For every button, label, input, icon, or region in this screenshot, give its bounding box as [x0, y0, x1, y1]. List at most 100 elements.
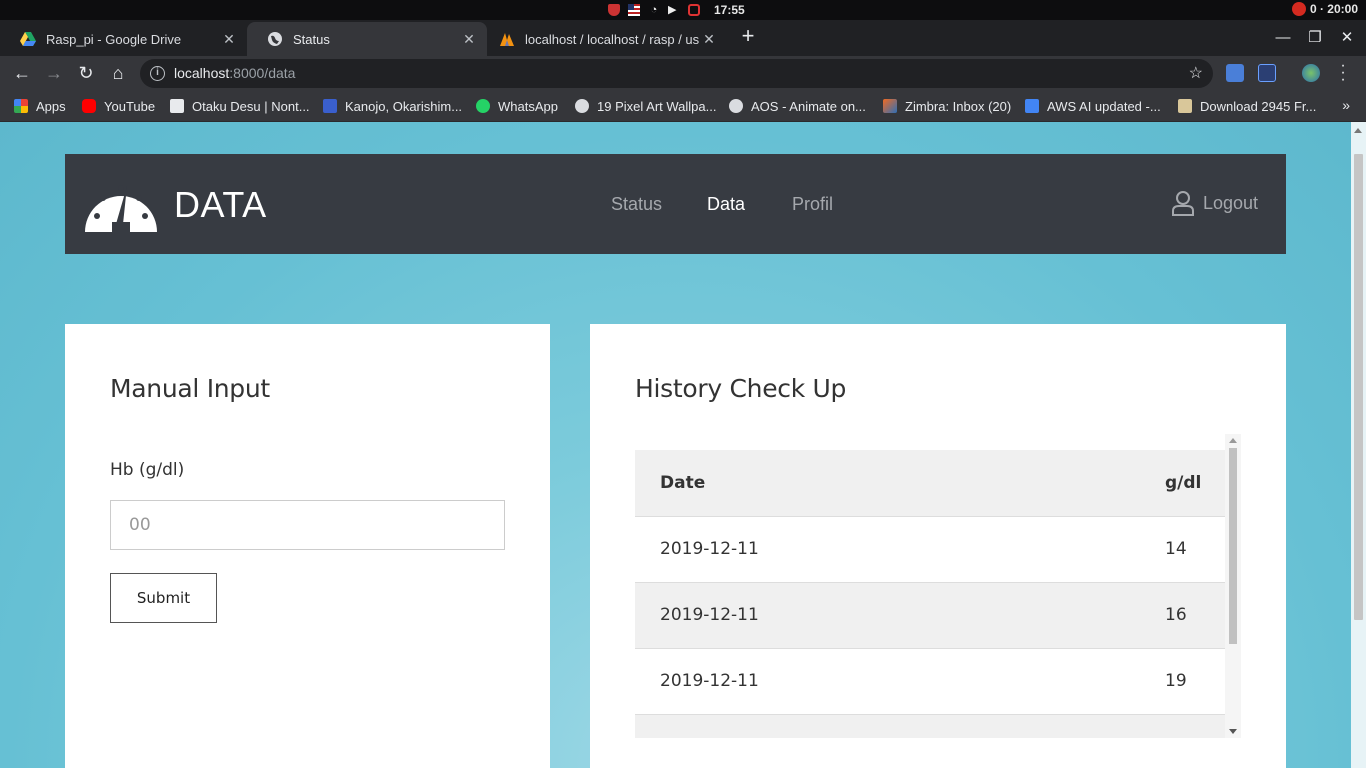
browser-tab-strip: Rasp_pi - Google Drive ✕ Status ✕ localh…: [0, 20, 1366, 56]
table-header-row: Date g/dl: [635, 450, 1225, 517]
hb-input[interactable]: [110, 500, 505, 550]
browser-toolbar: ← → ↻ ⌂ i localhost:8000/data ☆ · · ·: [0, 56, 1366, 90]
star-icon[interactable]: ☆: [1189, 63, 1203, 83]
scroll-up-icon[interactable]: [1229, 438, 1237, 443]
manual-input-card: Manual Input Hb (g/dl) Submit: [65, 324, 550, 768]
globe-icon: [267, 31, 283, 47]
table-row: 2019-12-11 16: [635, 582, 1225, 649]
zimbra-icon: [883, 99, 897, 113]
system-clock[interactable]: 17:55: [714, 3, 745, 17]
history-card: History Check Up Date g/dl 2019-12-11 14…: [590, 324, 1286, 768]
close-tab-icon[interactable]: ✕: [699, 31, 719, 48]
table-scroll-thumb[interactable]: [1229, 448, 1237, 644]
table-scrollbar[interactable]: [1225, 434, 1241, 738]
site-info-icon[interactable]: i: [150, 66, 165, 81]
row-value: [1145, 714, 1225, 738]
submit-button[interactable]: Submit: [110, 573, 217, 623]
notion-extension-icon[interactable]: [1258, 64, 1276, 82]
bookmark-whatsapp[interactable]: WhatsApp: [476, 98, 558, 114]
row-value: 19: [1145, 648, 1225, 715]
restore-button[interactable]: ❐: [1305, 28, 1325, 48]
row-value: 14: [1145, 516, 1225, 583]
row-date: 2019-12-11: [635, 516, 1145, 583]
tomato-icon: [1291, 2, 1306, 16]
url-text[interactable]: localhost:8000/data: [174, 65, 295, 81]
manual-input-title: Manual Input: [110, 374, 270, 403]
whatsapp-icon: [476, 99, 490, 113]
bookmark-otakudesu[interactable]: Otaku Desu | Nont...: [170, 98, 310, 114]
reload-button[interactable]: ↻: [73, 60, 99, 86]
row-date: 2019-12-11: [635, 582, 1145, 649]
browser-menu-icon[interactable]: · · ·: [1336, 58, 1350, 88]
scroll-down-icon[interactable]: [1229, 729, 1237, 734]
bookmarks-overflow-icon[interactable]: »: [1342, 97, 1350, 113]
column-header-date[interactable]: Date: [635, 450, 1145, 517]
speedometer-logo-icon: [85, 185, 157, 232]
table-row: 2019-12-11 14: [635, 516, 1225, 583]
nav-data[interactable]: Data: [707, 194, 745, 215]
page-scrollbar[interactable]: [1351, 122, 1366, 768]
apps-grid-icon: [14, 99, 28, 113]
close-tab-icon[interactable]: ✕: [219, 31, 239, 48]
bookmark-download[interactable]: Download 2945 Fr...: [1178, 98, 1316, 114]
google-drive-icon: [20, 31, 36, 47]
logout-link[interactable]: Logout: [1171, 190, 1258, 216]
history-table: Date g/dl 2019-12-11 14 2019-12-11 16 20…: [635, 450, 1225, 738]
new-tab-button[interactable]: +: [735, 24, 761, 50]
history-title: History Check Up: [635, 374, 847, 403]
otakudesu-icon: [170, 99, 184, 113]
shield-icon[interactable]: [608, 4, 620, 16]
hb-field-label: Hb (g/dl): [110, 460, 185, 480]
history-table-container[interactable]: Date g/dl 2019-12-11 14 2019-12-11 16 20…: [635, 434, 1241, 738]
globe-icon: [575, 99, 589, 113]
page-scroll-thumb[interactable]: [1354, 154, 1363, 620]
close-window-button[interactable]: ✕: [1337, 28, 1357, 48]
nav-status[interactable]: Status: [611, 194, 662, 215]
brand-title[interactable]: DATA: [174, 184, 267, 226]
us-flag-icon[interactable]: [628, 4, 640, 16]
volume-icon[interactable]: ▶: [668, 4, 680, 16]
globe-icon: [729, 99, 743, 113]
close-tab-icon[interactable]: ✕: [459, 31, 479, 48]
page-viewport: DATA Status Data Profil Logout Manual In…: [0, 122, 1366, 768]
table-row: [635, 714, 1225, 738]
google-translate-icon[interactable]: [1226, 64, 1244, 82]
nav-profil[interactable]: Profil: [792, 194, 833, 215]
profile-avatar[interactable]: [1302, 64, 1320, 82]
download-site-icon: [1178, 99, 1192, 113]
pomodoro-timer[interactable]: 0 · 20:00: [1291, 2, 1358, 16]
column-header-gdl[interactable]: g/dl: [1145, 450, 1225, 517]
address-bar[interactable]: i localhost:8000/data ☆: [140, 59, 1213, 88]
tab-phpmyadmin[interactable]: localhost / localhost / rasp / use ✕: [487, 22, 727, 56]
docs-icon: [1025, 99, 1039, 113]
app-navbar: DATA Status Data Profil Logout: [65, 154, 1286, 254]
bookmarks-bar: Apps YouTube Otaku Desu | Nont... Kanojo…: [0, 90, 1366, 122]
phpmyadmin-icon: [499, 31, 515, 47]
bookmark-zimbra[interactable]: Zimbra: Inbox (20): [883, 98, 1011, 114]
logout-label: Logout: [1203, 192, 1259, 213]
row-value: 16: [1145, 582, 1225, 649]
bookmark-aws-ai[interactable]: AWS AI updated -...: [1025, 98, 1161, 114]
bookmark-aos[interactable]: AOS - Animate on...: [729, 98, 866, 114]
back-button[interactable]: ←: [9, 60, 35, 86]
youtube-icon: [82, 99, 96, 113]
bookmark-kanojo[interactable]: Kanojo, Okarishim...: [323, 98, 462, 114]
home-button[interactable]: ⌂: [105, 60, 131, 86]
os-top-bar: ◔ ▶ 17:55 0 · 20:00: [0, 0, 1366, 20]
bookmark-pixel-art[interactable]: 19 Pixel Art Wallpa...: [575, 98, 716, 114]
row-date: [635, 714, 1145, 738]
row-date: 2019-12-11: [635, 648, 1145, 715]
tab-status[interactable]: Status ✕: [247, 22, 487, 56]
alert-icon[interactable]: [688, 4, 700, 16]
bookmark-apps[interactable]: Apps: [14, 98, 66, 114]
scroll-up-icon[interactable]: [1354, 128, 1362, 133]
minimize-button[interactable]: —: [1273, 28, 1293, 48]
pomodoro-text: 0 · 20:00: [1309, 2, 1358, 16]
bookmark-youtube[interactable]: YouTube: [82, 98, 155, 114]
user-icon: [1172, 191, 1194, 216]
table-row: 2019-12-11 19: [635, 648, 1225, 715]
tab-google-drive[interactable]: Rasp_pi - Google Drive ✕: [0, 22, 247, 56]
system-tray: ◔ ▶ 17:55: [608, 2, 745, 18]
forward-button[interactable]: →: [41, 60, 67, 86]
wifi-icon[interactable]: ◔: [648, 4, 660, 16]
